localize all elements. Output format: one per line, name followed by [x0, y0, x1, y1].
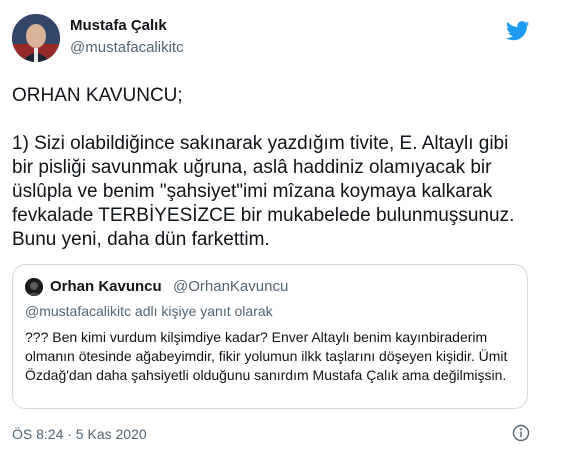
tweet-timestamp[interactable]: ÖS 8:24 · 5 Kas 2020: [12, 426, 147, 442]
quoted-text: ??? Ben kimi vurdum kilşimdiye kadar? En…: [25, 329, 508, 383]
reply-context: @mustafacalikitc adlı kişiye yanıt olara…: [25, 303, 273, 319]
author-avatar[interactable]: [12, 14, 60, 62]
twitter-bird-icon[interactable]: [506, 20, 530, 42]
quoted-author-name: Orhan Kavuncu: [50, 278, 162, 295]
quoted-avatar: [25, 278, 43, 296]
author-name[interactable]: Mustafa Çalık: [70, 17, 167, 34]
tweet-body: ORHAN KAVUNCU; 1) Sizi olabildiğince sak…: [12, 84, 532, 252]
tweet-line-2: 1) Sizi olabildiğince sakınarak yazdığım…: [12, 133, 520, 250]
info-icon[interactable]: [512, 424, 530, 442]
quoted-tweet[interactable]: Orhan Kavuncu @OrhanKavuncu @mustafacali…: [12, 264, 528, 409]
author-handle[interactable]: @mustafacalikitc: [70, 39, 184, 56]
quoted-author-handle: @OrhanKavuncu: [173, 278, 289, 295]
tweet-line-1: ORHAN KAVUNCU;: [12, 85, 183, 106]
